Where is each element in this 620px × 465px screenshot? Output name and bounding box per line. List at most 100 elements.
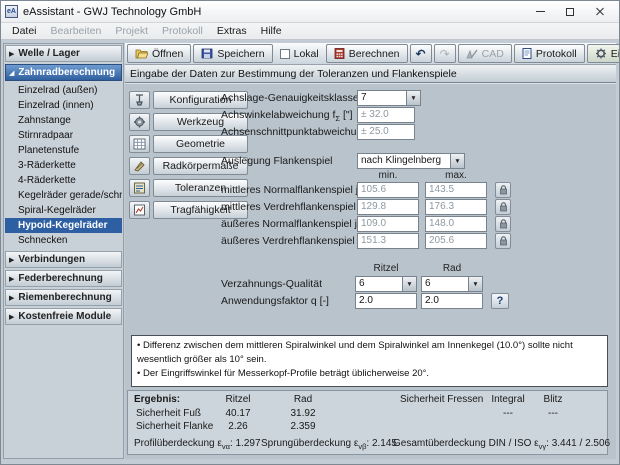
sidebar-item-stirnradpaar[interactable]: Stirnradpaar: [5, 128, 122, 143]
protocol-document-icon: [522, 48, 532, 59]
sprunguberdeckung-value: Sprungüberdeckung εvβ: 2.145: [261, 438, 397, 451]
menu-datei[interactable]: Datei: [5, 24, 44, 38]
sidebar-group-verbindungen[interactable]: ▶ Verbindungen: [5, 251, 122, 268]
sidebar-item-schnecken[interactable]: Schnecken: [5, 233, 122, 248]
menu-hilfe[interactable]: Hilfe: [254, 24, 289, 38]
jmt-min-field: 129.8: [357, 199, 419, 215]
close-button[interactable]: [585, 1, 615, 22]
menu-extras[interactable]: Extras: [210, 24, 254, 38]
close-icon: [595, 7, 605, 17]
window-title: eAssistant - GWJ Technology GmbH: [23, 6, 525, 18]
results-blitz-header: Blitz: [533, 394, 573, 405]
jmt-lock-button[interactable]: [495, 199, 511, 215]
sidebar-item-einzelrad-aussen[interactable]: Einzelrad (außen): [5, 83, 122, 98]
sidebar-group-label: Kostenfreie Module: [18, 311, 111, 322]
sidebar-group-kostenfreie-module[interactable]: ▶ Kostenfreie Module: [5, 308, 122, 325]
undo-button[interactable]: ↶: [410, 44, 432, 63]
sidebar-item-zahnstange[interactable]: Zahnstange: [5, 113, 122, 128]
qualitaet-rad-dropdown[interactable]: 6 ▼: [421, 276, 483, 292]
sidebar-group-label: Verbindungen: [18, 254, 85, 265]
menu-projekt: Projekt: [108, 24, 155, 38]
fuss-ritzel-value: 40.17: [208, 408, 268, 419]
einstellungen-button[interactable]: Einstellungen: [587, 44, 620, 63]
open-label: Öffnen: [152, 48, 183, 60]
hint-line-2: • Der Eingriffswinkel für Messerkopf-Pro…: [137, 367, 602, 381]
auslegung-label: Auslegung Flankenspiel: [221, 155, 333, 167]
radkoerpermasse-icon[interactable]: [129, 157, 150, 175]
sidebar-group-zahnradberechnung[interactable]: ◢ Zahnradberechnung: [5, 64, 122, 81]
sidebar-item-planetenstufe[interactable]: Planetenstufe: [5, 143, 122, 158]
achswinkel-field: ± 32.0: [357, 107, 415, 123]
toolbar: Öffnen Speichern Lokal Berechnen ↶: [125, 43, 616, 65]
achslage-label: Achslage-Genauigkeitsklasse: [221, 92, 359, 104]
save-floppy-icon: [201, 48, 213, 59]
tragfaehigkeit-icon[interactable]: [129, 201, 150, 219]
save-button[interactable]: Speichern: [193, 44, 272, 63]
geometrie-grid-icon[interactable]: [129, 135, 150, 153]
jen-lock-button[interactable]: [495, 216, 511, 232]
toleranzen-icon[interactable]: [129, 179, 150, 197]
sidebar-group-label: Welle / Lager: [18, 48, 80, 59]
fressen-integral-value: ---: [483, 408, 533, 419]
results-ritzel-header: Ritzel: [208, 394, 268, 405]
jen-max-field: 148.0: [425, 216, 487, 232]
jet-min-field: 151.3: [357, 233, 419, 249]
app-window: eA eAssistant - GWJ Technology GmbH Date…: [0, 0, 620, 465]
protokoll-button[interactable]: Protokoll: [514, 44, 585, 63]
sidebar-item-4-raederkette[interactable]: 4-Räderkette: [5, 173, 122, 188]
minimize-button[interactable]: [525, 1, 555, 22]
sidebar-item-kegelraeder[interactable]: Kegelräder gerade/schräg: [5, 188, 122, 203]
sidebar-group-label: Federberechnung: [18, 273, 102, 284]
anwendung-rad-field[interactable]: 2.0: [421, 293, 483, 309]
jmt-max-field: 176.3: [425, 199, 487, 215]
sidebar-item-einzelrad-innen[interactable]: Einzelrad (innen): [5, 98, 122, 113]
berechnen-label: Berechnen: [349, 48, 400, 60]
werkzeug-gear-icon[interactable]: [129, 113, 150, 131]
profiluberdeckung-value: Profilüberdeckung εvα: 1.297: [134, 438, 261, 451]
redo-icon: ↷: [440, 48, 450, 60]
jmn-lock-button[interactable]: [495, 182, 511, 198]
anwendung-help-button[interactable]: ?: [491, 293, 509, 309]
sidebar-item-spiral-kegelraeder[interactable]: Spiral-Kegelräder: [5, 203, 122, 218]
cad-label: CAD: [482, 48, 504, 60]
maximize-button[interactable]: [555, 1, 585, 22]
achsschnitt-field: ± 25.0: [357, 124, 415, 140]
menu-bearbeiten: Bearbeiten: [44, 24, 109, 38]
app-icon: eA: [5, 5, 18, 18]
jet-lock-button[interactable]: [495, 233, 511, 249]
expanded-triangle-icon: ◢: [9, 69, 14, 77]
results-rad-header: Rad: [273, 394, 333, 405]
sidebar-group-federberechnung[interactable]: ▶ Federberechnung: [5, 270, 122, 287]
gesamtuberdeckung-value: Gesamtüberdeckung DIN / ISO εvγ: 3.441 /…: [393, 438, 610, 451]
qualitaet-ritzel-dropdown[interactable]: 6 ▼: [355, 276, 417, 292]
collapsed-triangle-icon: ▶: [9, 256, 14, 264]
collapsed-triangle-icon: ▶: [9, 294, 14, 302]
jen-min-field: 109.0: [357, 216, 419, 232]
sidebar-item-hypoid-kegelraeder[interactable]: Hypoid-Kegelräder: [5, 218, 122, 233]
konfiguration-icon[interactable]: [129, 91, 150, 109]
zahnrad-item-list: Einzelrad (außen) Einzelrad (innen) Zahn…: [5, 83, 122, 248]
lokal-checkbox[interactable]: [280, 49, 290, 59]
flanke-rad-value: 2.359: [273, 421, 333, 432]
cad-button: CAD: [458, 44, 512, 63]
settings-wrench-icon: [595, 48, 607, 59]
berechnen-button[interactable]: Berechnen: [326, 44, 408, 63]
sidebar-item-3-raederkette[interactable]: 3-Räderkette: [5, 158, 122, 173]
lokal-checkbox-wrap[interactable]: Lokal: [275, 44, 324, 63]
sidebar-group-riemenberechnung[interactable]: ▶ Riemenberechnung: [5, 289, 122, 306]
results-fressen-header: Sicherheit Fressen: [400, 394, 483, 405]
collapsed-triangle-icon: ▶: [9, 275, 14, 283]
redo-button: ↷: [434, 44, 456, 63]
auslegung-dropdown[interactable]: nach Klingelnberg ▼: [357, 153, 465, 169]
anwendung-ritzel-field[interactable]: 2.0: [355, 293, 417, 309]
achslage-dropdown[interactable]: 7 ▼: [357, 90, 421, 106]
achslage-value: 7: [358, 91, 406, 105]
main-area: ▶ Welle / Lager ◢ Zahnradberechnung Einz…: [1, 41, 619, 464]
rad-column-header: Rad: [421, 263, 483, 274]
sidebar-group-label: Riemenberechnung: [18, 292, 111, 303]
content-header: Eingabe der Daten zur Bestimmung der Tol…: [125, 65, 616, 83]
flanke-ritzel-value: 2.26: [208, 421, 268, 432]
sidebar-group-welle-lager[interactable]: ▶ Welle / Lager: [5, 45, 122, 62]
open-button[interactable]: Öffnen: [127, 44, 191, 63]
undo-icon: ↶: [416, 48, 426, 60]
